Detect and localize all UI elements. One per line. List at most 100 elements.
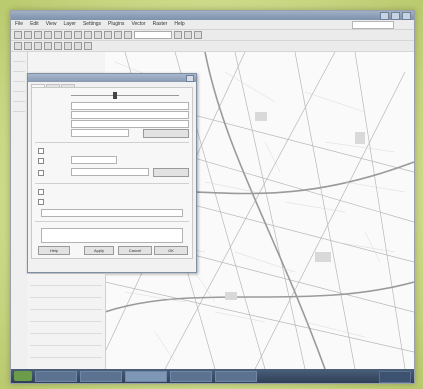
menu-edit[interactable]: Edit: [30, 20, 39, 29]
settings-icon[interactable]: [194, 31, 202, 39]
application-window: File Edit View Layer Settings Plugins Ve…: [10, 10, 415, 384]
layer-item[interactable]: [30, 279, 102, 286]
add-database-icon[interactable]: [34, 42, 42, 50]
toolbox-item[interactable]: [13, 66, 25, 72]
option-checkbox[interactable]: [38, 148, 44, 154]
main-toolbar: [11, 30, 414, 41]
form-row: [35, 209, 189, 217]
cancel-button[interactable]: Cancel: [118, 246, 152, 255]
layer-item[interactable]: [30, 327, 102, 334]
ok-button[interactable]: OK: [154, 246, 188, 255]
form-row: [35, 102, 189, 110]
identify-icon[interactable]: [104, 31, 112, 39]
maximize-icon[interactable]: [391, 12, 400, 20]
divider: [35, 221, 189, 222]
apply-button[interactable]: Apply: [84, 246, 114, 255]
help-button[interactable]: Help: [38, 246, 70, 255]
form-row: [35, 120, 189, 128]
zoom-in-icon[interactable]: [84, 31, 92, 39]
transparency-row: [35, 92, 189, 99]
menu-vector[interactable]: Vector: [131, 20, 145, 29]
scale-select[interactable]: [134, 31, 172, 39]
minimize-icon[interactable]: [380, 12, 389, 20]
window-titlebar: [11, 11, 414, 20]
measure-icon[interactable]: [124, 31, 132, 39]
layer-item[interactable]: [30, 339, 102, 346]
preview-box: [41, 228, 183, 243]
taskbar: [11, 369, 414, 383]
divider: [35, 142, 189, 143]
toolbox-item[interactable]: [13, 86, 25, 92]
browse-button[interactable]: [143, 129, 189, 138]
undo-icon[interactable]: [54, 31, 62, 39]
layer-item[interactable]: [30, 303, 102, 310]
redo-icon[interactable]: [64, 31, 72, 39]
left-toolbox-panel: [11, 52, 28, 369]
layer-icon[interactable]: [184, 31, 192, 39]
taskbar-item[interactable]: [125, 370, 167, 382]
zoom-out-icon[interactable]: [94, 31, 102, 39]
option-checkbox[interactable]: [38, 189, 44, 195]
menu-file[interactable]: File: [15, 20, 23, 29]
taskbar-item[interactable]: [170, 370, 212, 382]
text-field[interactable]: [71, 168, 149, 176]
menu-view[interactable]: View: [46, 20, 57, 29]
node-tool-icon[interactable]: [54, 42, 62, 50]
dialog-title: [28, 74, 196, 82]
form-row: [35, 111, 189, 119]
menu-help[interactable]: Help: [174, 20, 184, 29]
form-row: [35, 156, 189, 164]
text-field[interactable]: [71, 129, 129, 137]
layers-panel: [27, 274, 106, 370]
option-checkbox[interactable]: [38, 199, 44, 205]
refresh-icon[interactable]: [174, 31, 182, 39]
preview-row: [35, 228, 189, 243]
new-project-icon[interactable]: [14, 31, 22, 39]
add-raster-icon[interactable]: [24, 42, 32, 50]
edit-icon[interactable]: [44, 42, 52, 50]
transparency-slider[interactable]: [71, 95, 179, 96]
window-controls: [380, 12, 411, 20]
print-icon[interactable]: [44, 31, 52, 39]
form-row: [35, 168, 189, 177]
label-icon[interactable]: [74, 42, 82, 50]
open-icon[interactable]: [24, 31, 32, 39]
text-field[interactable]: [71, 120, 189, 128]
search-input[interactable]: [352, 21, 394, 29]
save-icon[interactable]: [34, 31, 42, 39]
menu-plugins[interactable]: Plugins: [108, 20, 124, 29]
dialog-close-icon[interactable]: [186, 75, 194, 82]
system-tray: [379, 371, 411, 383]
toolbox-item[interactable]: [13, 56, 25, 62]
menu-settings[interactable]: Settings: [83, 20, 101, 29]
select-icon[interactable]: [114, 31, 122, 39]
slider-handle[interactable]: [113, 92, 117, 99]
toolbox-item[interactable]: [13, 106, 25, 112]
taskbar-item[interactable]: [35, 370, 77, 382]
text-field[interactable]: [71, 156, 117, 164]
text-field[interactable]: [71, 111, 189, 119]
layer-item[interactable]: [30, 351, 102, 358]
layer-item[interactable]: [30, 291, 102, 298]
start-button[interactable]: [14, 371, 32, 381]
text-field[interactable]: [71, 102, 189, 110]
divider: [35, 183, 189, 184]
toolbox-item[interactable]: [13, 96, 25, 102]
secondary-toolbar: [11, 41, 414, 52]
pan-icon[interactable]: [74, 31, 82, 39]
toolbox-item[interactable]: [13, 76, 25, 82]
taskbar-item[interactable]: [215, 370, 257, 382]
attribute-table-icon[interactable]: [84, 42, 92, 50]
add-vector-icon[interactable]: [14, 42, 22, 50]
menu-raster[interactable]: Raster: [153, 20, 168, 29]
layer-properties-dialog: Help Apply Cancel OK: [27, 73, 197, 273]
close-icon[interactable]: [402, 12, 411, 20]
form-row: [35, 129, 189, 138]
menu-layer[interactable]: Layer: [63, 20, 76, 29]
text-field[interactable]: [41, 209, 183, 217]
digitize-icon[interactable]: [64, 42, 72, 50]
taskbar-item[interactable]: [80, 370, 122, 382]
layer-item[interactable]: [30, 315, 102, 322]
color-button[interactable]: [153, 168, 189, 177]
dialog-body: Help Apply Cancel OK: [31, 87, 193, 259]
